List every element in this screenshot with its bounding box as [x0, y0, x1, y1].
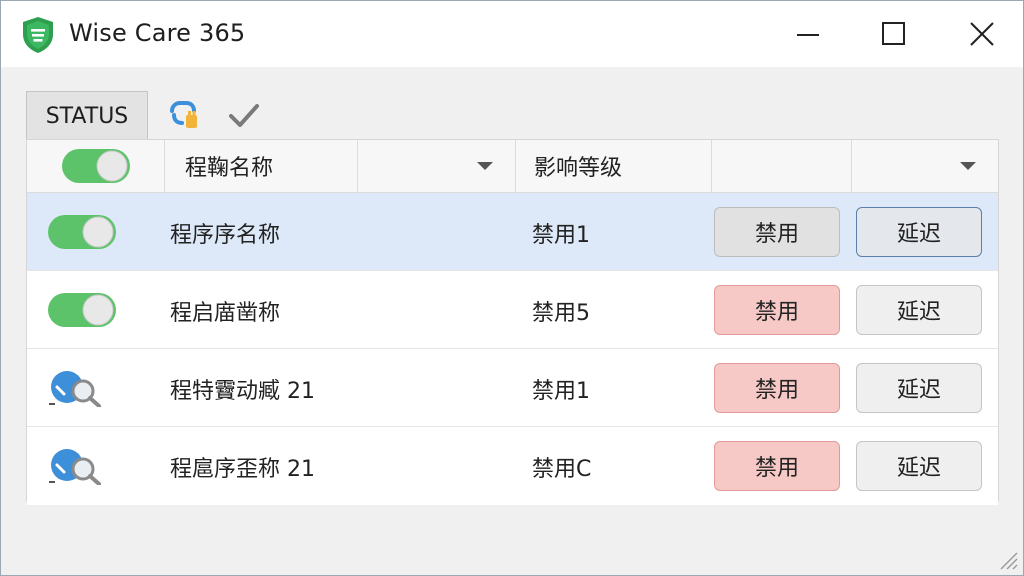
delay-button[interactable]: 延迟 — [856, 207, 982, 257]
search-icon — [49, 371, 101, 407]
close-icon — [970, 22, 994, 46]
delay-button[interactable]: 延迟 — [856, 441, 982, 491]
minimize-button[interactable] — [783, 11, 833, 57]
chevron-down-icon — [477, 162, 493, 170]
link-icon[interactable] — [166, 97, 202, 133]
check-icon[interactable] — [226, 97, 262, 133]
header-toggle-cell[interactable] — [27, 140, 165, 192]
impact-level: 禁用5 — [532, 301, 590, 326]
resize-grip-icon[interactable] — [995, 547, 1019, 571]
toggle-on-icon[interactable] — [47, 291, 117, 329]
table-row[interactable]: 程特靌动臧 21 禁用1 禁用 延迟 — [27, 349, 998, 427]
disable-button[interactable]: 禁用 — [714, 285, 840, 335]
delay-button[interactable]: 延迟 — [856, 285, 982, 335]
program-name: 程特靌动臧 21 — [170, 379, 315, 404]
program-name: 程序序名称 — [170, 223, 281, 248]
program-name: 程扈序歪称 21 — [170, 457, 315, 482]
impact-level: 禁用1 — [532, 223, 590, 248]
toggle-on-icon[interactable] — [61, 148, 131, 184]
shield-logo-icon — [23, 17, 53, 53]
maximize-icon — [882, 22, 905, 45]
disable-button[interactable]: 禁用 — [714, 207, 840, 257]
chevron-down-icon — [960, 162, 976, 170]
startup-table: 程鞠名称 影响等级 程序序名称 禁用1 禁用 延迟 程启庿凿称 禁用5 禁用 延… — [26, 139, 999, 505]
table-row[interactable]: 程启庿凿称 禁用5 禁用 延迟 — [27, 271, 998, 349]
program-name: 程启庿凿称 — [170, 301, 281, 326]
app-window: Wise Care 365 STATUS 程鞠名称 影响等级 程序序名称 禁用1… — [0, 0, 1024, 576]
impact-level: 禁用1 — [532, 379, 590, 404]
title-bar: Wise Care 365 — [1, 1, 1023, 67]
status-tab[interactable]: STATUS — [26, 91, 148, 140]
column-action-dropdown[interactable] — [852, 140, 998, 192]
toggle-on-icon[interactable] — [47, 213, 117, 251]
minimize-icon — [797, 34, 819, 36]
disable-button[interactable]: 禁用 — [714, 363, 840, 413]
maximize-button[interactable] — [869, 11, 919, 57]
search-icon — [49, 449, 101, 485]
table-row[interactable]: 程序序名称 禁用1 禁用 延迟 — [27, 193, 998, 271]
close-button[interactable] — [957, 11, 1007, 57]
table-row[interactable]: 程扈序歪称 21 禁用C 禁用 延迟 — [27, 427, 998, 505]
column-header-level[interactable]: 影响等级 — [516, 140, 712, 192]
column-header-name[interactable]: 程鞠名称 — [165, 140, 358, 192]
window-title: Wise Care 365 — [69, 19, 246, 47]
column-header-blank — [712, 140, 852, 192]
table-header: 程鞠名称 影响等级 — [27, 140, 998, 193]
disable-button[interactable]: 禁用 — [714, 441, 840, 491]
column-name-dropdown[interactable] — [358, 140, 516, 192]
impact-level: 禁用C — [532, 457, 592, 482]
delay-button[interactable]: 延迟 — [856, 363, 982, 413]
